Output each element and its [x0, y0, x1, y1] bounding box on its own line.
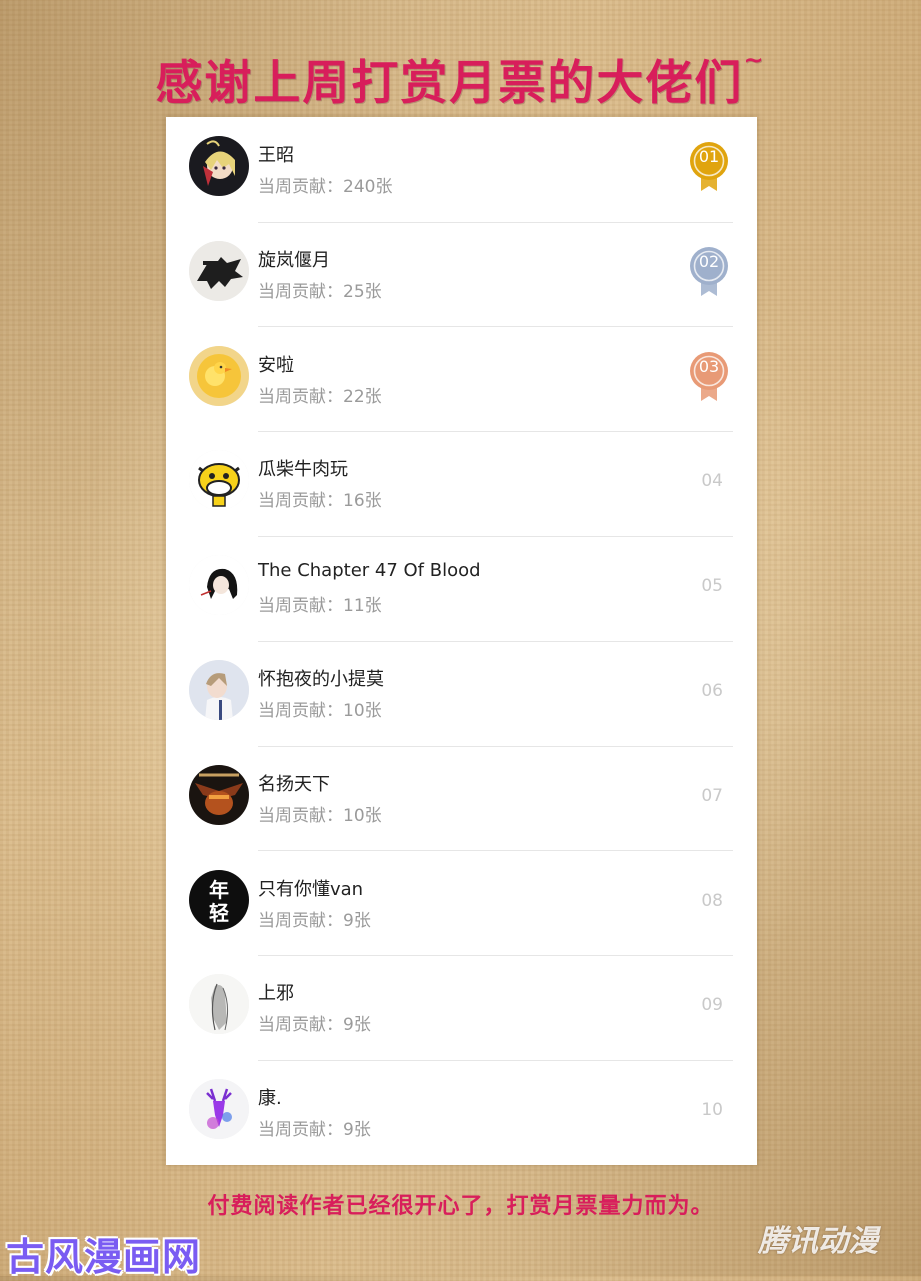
- gold-medal-icon: 01: [689, 141, 733, 193]
- list-item[interactable]: 康. 当周贡献：9张 10: [166, 1060, 757, 1166]
- contribution-count: 当周贡献：9张: [258, 1015, 371, 1036]
- rank-number: 02: [698, 251, 720, 271]
- silver-medal-icon: 02: [689, 246, 733, 298]
- dark-hair-girl-avatar[interactable]: [189, 555, 249, 616]
- rank-number: 05: [701, 576, 723, 597]
- ranking-list: 王昭当周贡献：240张 01 旋岚偃月当周贡献：25张 02 安啦当周贡献：22张 03 瓜…: [166, 117, 757, 1165]
- user-name[interactable]: 名扬天下: [258, 770, 330, 796]
- rank-number: 08: [701, 890, 723, 911]
- contribution-count: 当周贡献：10张: [258, 701, 382, 721]
- list-item[interactable]: 年轻只有你懂van 当周贡献：9张 08: [166, 851, 757, 957]
- yellow-duck-avatar[interactable]: [189, 345, 249, 406]
- user-name[interactable]: 旋岚偃月: [258, 246, 330, 272]
- user-name[interactable]: 怀抱夜的小提莫: [258, 665, 384, 691]
- contribution-count: 当周贡献：9张: [258, 910, 371, 931]
- rank-number: 09: [701, 995, 723, 1016]
- rank-number: 03: [698, 356, 720, 376]
- user-name[interactable]: 上邪: [258, 979, 294, 1005]
- rank-number: 01: [698, 147, 720, 166]
- rank-number: 10: [701, 1100, 723, 1121]
- watermark-left: 古风漫画网: [6, 1235, 202, 1279]
- contribution-count: 当周贡献：25张: [258, 281, 382, 302]
- contribution-count: 当周贡献：11张: [258, 596, 382, 617]
- user-name[interactable]: 康.: [258, 1084, 282, 1110]
- rank-number: 07: [701, 785, 723, 806]
- contribution-count: 当周贡献：240张: [258, 177, 393, 197]
- wolf-avatar[interactable]: [189, 240, 249, 301]
- list-item[interactable]: 安啦当周贡献：22张 03: [166, 327, 757, 433]
- list-item[interactable]: 名扬天下当周贡献：10张 07: [166, 746, 757, 852]
- page-title: 感谢上周打赏月票的大佬们~: [0, 44, 921, 113]
- list-item[interactable]: 上邪当周贡献：9张 09: [166, 955, 757, 1061]
- anime-girl-avatar[interactable]: [189, 136, 249, 196]
- contribution-count: 当周贡献：10张: [258, 805, 382, 826]
- user-name[interactable]: 王昭: [258, 141, 294, 167]
- contribution-count: 当周贡献：22张: [258, 386, 382, 407]
- svg-text:年: 年: [209, 878, 229, 902]
- bronze-medal-icon: 03: [689, 351, 733, 403]
- page-title-text: 感谢上周打赏月票的大佬们: [155, 56, 744, 111]
- user-name[interactable]: 瓜柴牛肉玩: [258, 455, 348, 481]
- calligraphy-avatar[interactable]: 年轻: [189, 869, 249, 930]
- list-item[interactable]: 怀抱夜的小提莫当周贡献：10张 06: [166, 641, 757, 747]
- rank-number: 06: [701, 681, 723, 701]
- user-name[interactable]: The Chapter 47 Of Blood: [258, 560, 481, 581]
- anime-boy-avatar[interactable]: [189, 660, 249, 720]
- cartoon-cow-avatar[interactable]: [189, 450, 249, 511]
- purple-deer-avatar[interactable]: [189, 1079, 249, 1140]
- watermark-right: 腾讯动漫: [758, 1224, 878, 1259]
- list-item[interactable]: 旋岚偃月当周贡献：25张 02: [166, 222, 757, 328]
- list-item[interactable]: 王昭当周贡献：240张 01: [166, 117, 757, 223]
- user-name[interactable]: 安啦: [258, 351, 294, 377]
- sketch-figure-avatar[interactable]: [189, 974, 249, 1035]
- rank-number: 04: [701, 471, 723, 492]
- list-item[interactable]: The Chapter 47 Of Blood 当周贡献：11张 05: [166, 536, 757, 642]
- warrior-avatar[interactable]: [189, 764, 249, 825]
- list-item[interactable]: 瓜柴牛肉玩当周贡献：16张 04: [166, 431, 757, 537]
- svg-text:轻: 轻: [209, 901, 229, 925]
- contribution-count: 当周贡献：9张: [258, 1120, 371, 1141]
- user-name[interactable]: 只有你懂van: [258, 875, 363, 901]
- title-tilde: ~: [743, 46, 766, 74]
- contribution-count: 当周贡献：16张: [258, 491, 382, 512]
